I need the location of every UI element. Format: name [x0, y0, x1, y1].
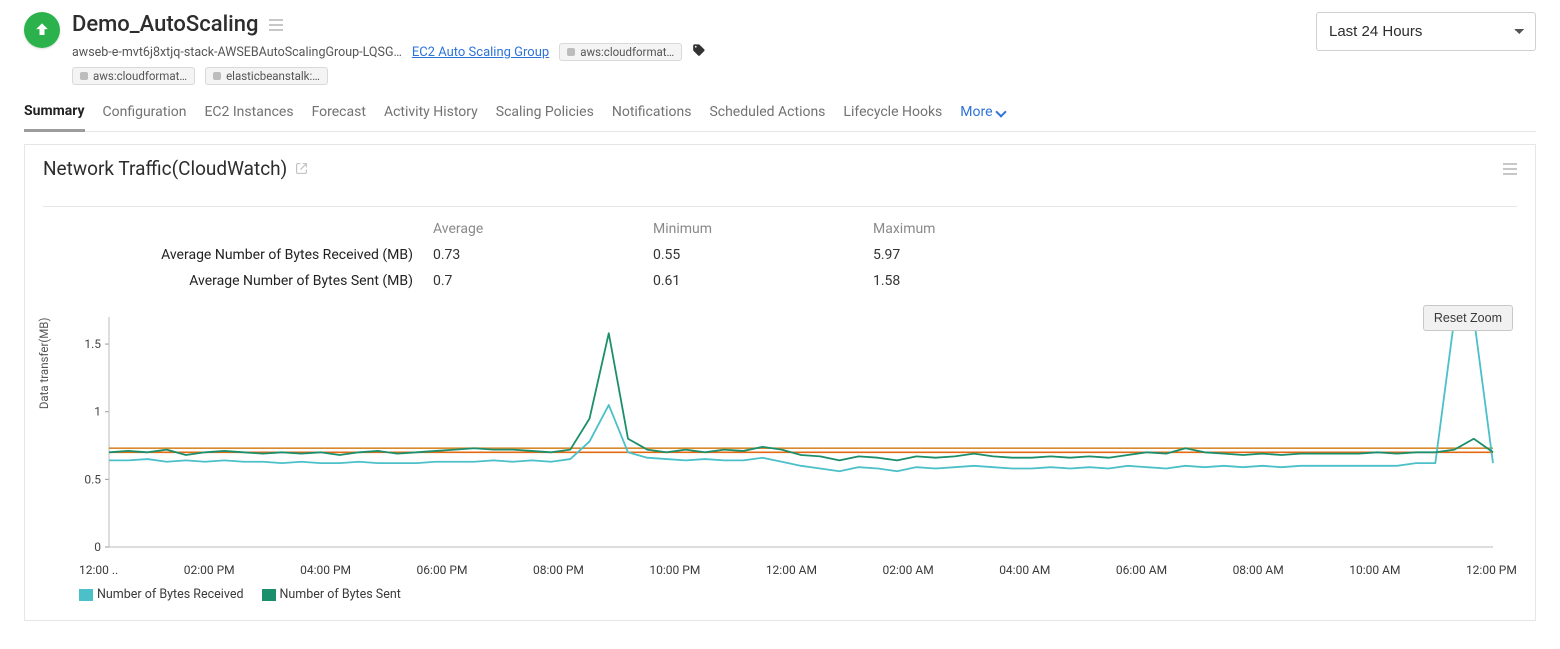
svg-text:1: 1 — [94, 405, 101, 419]
stats-cell: 0.61 — [653, 273, 873, 289]
time-range-select[interactable]: Last 24 Hours — [1316, 12, 1536, 51]
stats-row-label: Average Number of Bytes Received (MB) — [43, 247, 433, 263]
status-up-icon — [24, 12, 60, 48]
y-axis-label: Data transfer(MB) — [37, 317, 51, 409]
tag-icon[interactable] — [692, 43, 706, 61]
tab-scheduled-actions[interactable]: Scheduled Actions — [709, 104, 825, 130]
stats-column-header: Average — [433, 221, 653, 237]
stats-column-header: Minimum — [653, 221, 873, 237]
legend-item[interactable]: Number of Bytes Sent — [262, 587, 401, 602]
tab-ec2-instances[interactable]: EC2 Instances — [204, 104, 293, 130]
tab-activity-history[interactable]: Activity History — [384, 104, 478, 130]
svg-text:1.5: 1.5 — [84, 337, 101, 351]
tabs: Summary Configuration EC2 Instances Forecas… — [24, 103, 1536, 132]
svg-text:0: 0 — [94, 540, 101, 554]
panel-title: Network Traffic(CloudWatch) — [43, 157, 287, 180]
stats-cell: 1.58 — [873, 273, 1093, 289]
stats-cell: 5.97 — [873, 247, 1093, 263]
tag-chip[interactable]: aws:cloudformat… — [559, 43, 682, 61]
tab-forecast[interactable]: Forecast — [312, 104, 366, 130]
group-type-link[interactable]: EC2 Auto Scaling Group — [412, 45, 549, 60]
tab-summary[interactable]: Summary — [24, 103, 85, 132]
svg-text:0.5: 0.5 — [84, 472, 101, 486]
tab-more[interactable]: More — [960, 104, 1004, 130]
resource-id: awseb-e-mvt6j8xtjq-stack-AWSEBAutoScalin… — [72, 45, 402, 60]
page-title: Demo_AutoScaling — [72, 12, 259, 37]
title-menu-icon[interactable] — [269, 19, 283, 31]
reset-zoom-button[interactable]: Reset Zoom — [1423, 305, 1513, 331]
stats-cell: 0.73 — [433, 247, 653, 263]
stats-cell: 0.55 — [653, 247, 873, 263]
tab-configuration[interactable]: Configuration — [103, 104, 187, 130]
tab-lifecycle-hooks[interactable]: Lifecycle Hooks — [843, 104, 942, 130]
line-chart[interactable]: 0 0.5 1 1.5 — [79, 307, 1499, 557]
panel-menu-icon[interactable] — [1503, 163, 1517, 175]
tab-notifications[interactable]: Notifications — [612, 104, 692, 130]
stats-cell: 0.7 — [433, 273, 653, 289]
tab-scaling-policies[interactable]: Scaling Policies — [496, 104, 594, 130]
popout-icon[interactable] — [295, 157, 308, 180]
stats-row-label: Average Number of Bytes Sent (MB) — [43, 273, 433, 289]
legend-item[interactable]: Number of Bytes Received — [79, 587, 244, 602]
chart-legend: Number of Bytes Received Number of Bytes … — [79, 587, 1517, 602]
x-axis-ticks: 12:00 ..02:00 PM04:00 PM06:00 PM08:00 PM… — [79, 563, 1517, 577]
tag-chip[interactable]: aws:cloudformat… — [72, 67, 195, 85]
tag-chip[interactable]: elasticbeanstalk:… — [205, 67, 328, 85]
stats-table: AverageMinimumMaximum Average Number of B… — [43, 206, 1517, 289]
stats-column-header: Maximum — [873, 221, 1093, 237]
